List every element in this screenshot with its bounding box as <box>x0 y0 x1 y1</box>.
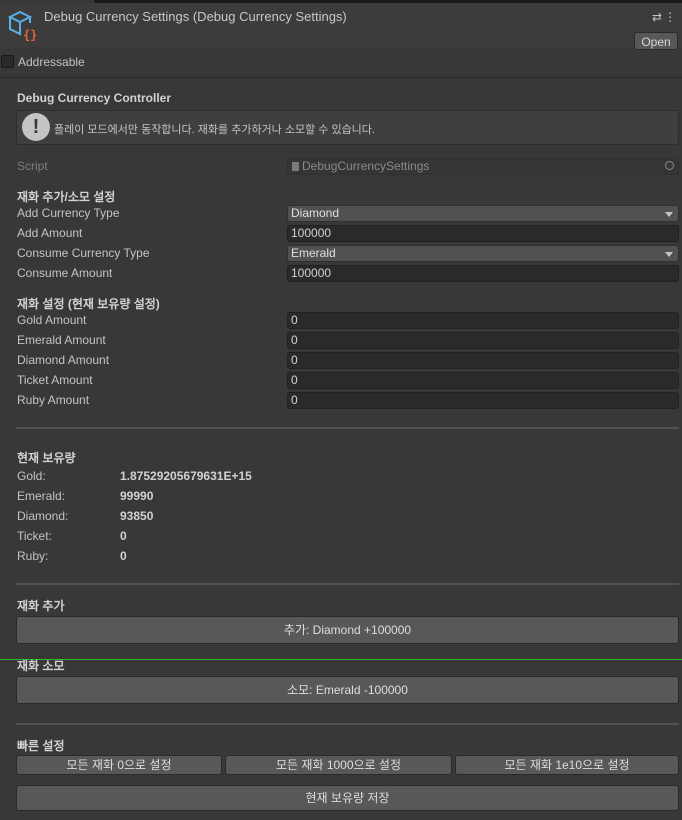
current-emerald-value: 99990 <box>120 489 154 503</box>
ruby-amount-label: Ruby Amount <box>17 393 90 407</box>
current-gold-label: Gold: <box>17 469 46 483</box>
consume-amount-field[interactable]: 100000 <box>287 265 679 282</box>
current-ticket-value: 0 <box>120 529 127 543</box>
emerald-amount-field[interactable]: 0 <box>287 332 679 349</box>
info-icon: ! <box>22 113 50 141</box>
chevron-down-icon <box>665 252 673 257</box>
consume-type-dropdown[interactable]: Emerald <box>287 245 679 262</box>
current-diamond-value: 93850 <box>120 509 154 523</box>
ticket-amount-label: Ticket Amount <box>17 373 93 387</box>
set-all-1e10-button[interactable]: 모든 재화 1e10으로 설정 <box>455 755 679 775</box>
header-divider <box>0 77 682 78</box>
script-field: DebugCurrencySettings <box>287 158 679 175</box>
current-ruby-label: Ruby: <box>17 549 49 563</box>
drag-guide-line <box>0 659 682 660</box>
add-type-label: Add Currency Type <box>17 206 120 220</box>
add-currency-button[interactable]: 추가: Diamond +100000 <box>16 616 679 644</box>
scriptable-object-icon: {} <box>6 8 40 42</box>
addressable-label: Addressable <box>18 55 85 69</box>
ruby-amount-field[interactable]: 0 <box>287 392 679 409</box>
add-type-value: Diamond <box>291 206 340 220</box>
set-amounts-heading: 재화 설정 (현재 보유량 설정) <box>17 297 160 311</box>
help-text: 플레이 모드에서만 동작합니다. 재화를 추가하거나 소모할 수 있습니다. <box>54 124 375 136</box>
header-icons: ⇄⋮ <box>652 10 678 24</box>
emerald-amount-label: Emerald Amount <box>17 333 106 347</box>
object-picker-icon[interactable] <box>665 161 674 170</box>
add-heading: 재화 추가 <box>17 599 65 613</box>
current-heading: 현재 보유량 <box>17 451 76 465</box>
current-diamond-label: Diamond: <box>17 509 69 523</box>
consume-heading: 재화 소모 <box>17 659 65 673</box>
diamond-amount-field[interactable]: 0 <box>287 352 679 369</box>
consume-currency-button[interactable]: 소모: Emerald -100000 <box>16 676 679 704</box>
script-label: Script <box>17 159 48 173</box>
add-amount-label: Add Amount <box>17 226 83 240</box>
set-all-1000-button[interactable]: 모든 재화 1000으로 설정 <box>225 755 452 775</box>
current-ticket-label: Ticket: <box>17 529 52 543</box>
consume-type-value: Emerald <box>291 246 336 260</box>
open-button[interactable]: Open <box>634 32 678 50</box>
quick-heading: 빠른 설정 <box>17 739 65 753</box>
gold-amount-label: Gold Amount <box>17 313 87 327</box>
current-emerald-label: Emerald: <box>17 489 66 503</box>
set-all-zero-button[interactable]: 모든 재화 0으로 설정 <box>16 755 222 775</box>
save-current-button[interactable]: 현재 보유량 저장 <box>16 785 679 811</box>
consume-amount-label: Consume Amount <box>17 266 113 280</box>
gold-amount-field[interactable]: 0 <box>287 312 679 329</box>
presets-icon[interactable]: ⇄ <box>652 10 664 24</box>
divider <box>16 723 679 725</box>
addressable-checkbox[interactable] <box>1 55 14 68</box>
kebab-menu-icon[interactable]: ⋮ <box>664 10 678 24</box>
script-file-icon <box>292 162 299 171</box>
chevron-down-icon <box>665 212 673 217</box>
inspector-title: Debug Currency Settings (Debug Currency … <box>44 9 347 24</box>
current-ruby-value: 0 <box>120 549 127 563</box>
divider <box>16 583 679 585</box>
ticket-amount-field[interactable]: 0 <box>287 372 679 389</box>
current-gold-value: 1.87529205679631E+15 <box>120 469 252 483</box>
script-value: DebugCurrencySettings <box>302 159 430 173</box>
consume-type-label: Consume Currency Type <box>17 246 150 260</box>
divider <box>16 427 679 429</box>
diamond-amount-label: Diamond Amount <box>17 353 110 367</box>
section-title: Debug Currency Controller <box>17 91 172 105</box>
add-type-dropdown[interactable]: Diamond <box>287 205 679 222</box>
add-consume-heading: 재화 추가/소모 설정 <box>17 190 116 204</box>
add-amount-field[interactable]: 100000 <box>287 225 679 242</box>
svg-text:{}: {} <box>23 28 37 42</box>
